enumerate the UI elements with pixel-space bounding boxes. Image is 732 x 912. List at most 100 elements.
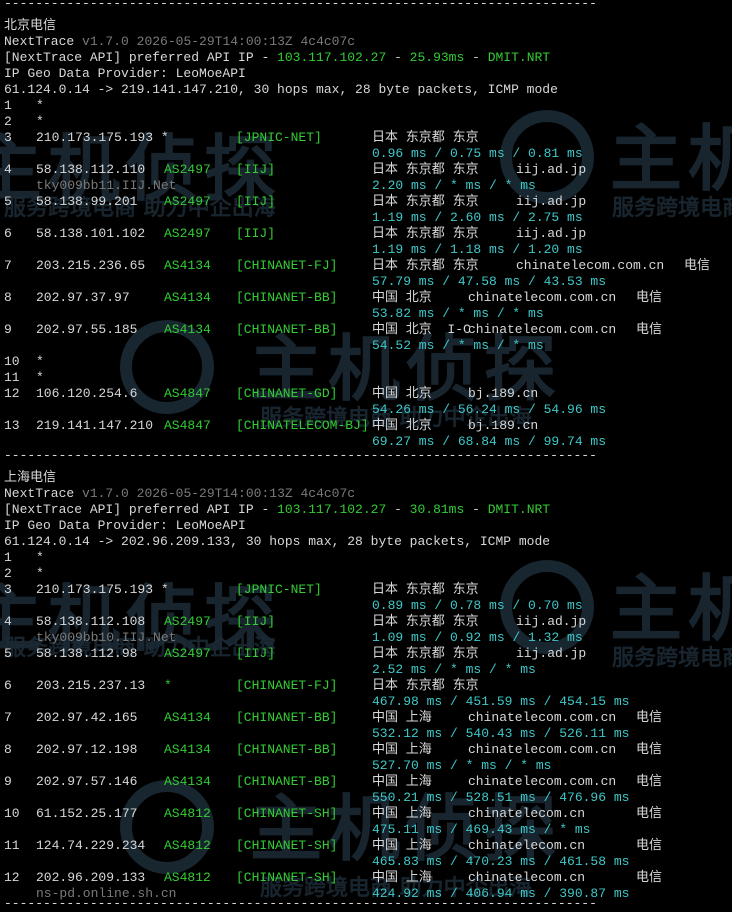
hop-ip: 58.138.99.201 [36,194,138,209]
hop-geo: 日本 东京都 东京 [372,194,479,209]
hop-org: [IIJ] [236,226,276,241]
hop-ip: * [36,370,44,385]
hop-host: chinatelecom.com.cn [468,322,617,337]
route-line: 61.124.0.14 -> 202.96.209.133, 30 hops m… [4,534,550,550]
hop-rtt: 0.96 ms / 0.75 ms / 0.81 ms [372,146,583,161]
hop-row: 10 61.152.25.177 AS4812 [CHINANET-SH] 中国 上海 c… [4,806,724,822]
hop-geo: 日本 东京都 东京 [372,258,479,273]
hop-rtt: 53.82 ms / * ms / * ms [372,306,544,321]
hop-org: [CHINANET-GD] [236,386,338,401]
hop-ip: 210.173.175.193 * [36,582,169,597]
hop-detail-row: 467.98 ms / 451.59 ms / 454.15 ms [4,694,724,710]
section-title: 上海电信 [4,470,56,486]
hop-number: 3 [4,130,12,145]
hop-detail-row: 527.70 ms / * ms / * ms [4,758,724,774]
route-line: 61.124.0.14 -> 219.141.147.210, 30 hops … [4,82,558,98]
api-prefix: [NextTrace API] preferred API IP - [4,502,278,517]
hop-asn: AS4847 [164,418,211,433]
hop-row: 5 58.138.99.201 AS2497 [IIJ] 日本 东京都 东京 iij.ad… [4,194,724,210]
hop-rtt: 0.89 ms / 0.78 ms / 0.70 ms [372,598,583,613]
hop-number: 8 [4,742,12,757]
hop-detail-row: tky009bb10.IIJ.Net 1.09 ms / 0.92 ms / 1.… [4,630,724,646]
hop-host: chinatelecom.com.cn [468,774,617,789]
api-line: [NextTrace API] preferred API IP - 103.1… [4,502,551,517]
hop-rtt: 57.79 ms / 47.58 ms / 43.53 ms [372,274,607,289]
hop-ip: 203.215.237.13 [36,678,146,693]
hop-isp: 电信 [636,710,663,725]
hop-host: chinatelecom.com.cn [468,290,617,305]
hop-asn: AS2497 [164,226,211,241]
hop-number: 11 [4,370,20,385]
hop-ip: 61.152.25.177 [36,806,138,821]
hop-row: 3 210.173.175.193 * [JPNIC-NET] 日本 东京都 东京 [4,582,724,598]
hop-number: 6 [4,678,12,693]
hop-detail-row: 1.19 ms / 2.60 ms / 2.75 ms [4,210,724,226]
hop-geo: 中国 上海 [372,710,432,725]
hop-row: 7 202.97.42.165 AS4134 [CHINANET-BB] 中国 上海 ch… [4,710,724,726]
hop-number: 9 [4,322,12,337]
hop-isp: 电信 [636,290,663,305]
hop-host: iij.ad.jp [516,614,587,629]
hop-ip: 203.215.236.65 [36,258,146,273]
hop-geo: 日本 东京都 东京 [372,582,479,597]
hop-ip: 210.173.175.193 * [36,130,169,145]
hop-geo: 日本 东京都 东京 [372,678,479,693]
hop-org: [CHINATELECOM-BJ] [236,418,369,433]
hop-row: 4 58.138.112.108 AS2497 [IIJ] 日本 东京都 东京 iij.a… [4,614,724,630]
hop-asn: AS4812 [164,870,211,885]
hop-ip: 202.97.12.198 [36,742,138,757]
hop-org: [IIJ] [236,194,276,209]
hop-ip: 124.74.229.234 [36,838,146,853]
tool-version-line: NextTrace v1.7.0 2026-05-29T14:00:13Z 4c… [4,486,355,502]
separator: ----------------------------------------… [4,448,597,463]
hop-org: [CHINANET-BB] [236,710,338,725]
hop-isp: 电信 [636,838,663,853]
hop-ip: 202.97.57.146 [36,774,138,789]
geo-provider: IP Geo Data Provider: LeoMoeAPI [4,66,246,81]
hop-host: chinatelecom.com.cn [468,710,617,725]
hop-geo: 日本 东京都 东京 [372,646,479,661]
api-ip: 103.117.102.27 [277,502,387,517]
separator: ----------------------------------------… [4,0,597,11]
hop-row: 12 202.96.209.133 AS4812 [CHINANET-SH] 中国 上海… [4,870,724,886]
hop-geo: 中国 上海 [372,870,432,885]
hop-geo: 中国 上海 [372,806,432,821]
hop-host: chinatelecom.cn [468,838,586,853]
hop-geo: 日本 东京都 东京 [372,162,479,177]
hop-row: 9 202.97.57.146 AS4134 [CHINANET-BB] 中国 上海 ch… [4,774,724,790]
hop-number: 6 [4,226,12,241]
hop-detail-row: 550.21 ms / 528.51 ms / 476.96 ms [4,790,724,806]
hop-row: 6 203.215.237.13 * [CHINANET-FJ] 日本 东京都 东京 [4,678,724,694]
tool-name: NextTrace [4,486,75,501]
hop-detail-row: 1.19 ms / 1.18 ms / 1.20 ms [4,242,724,258]
api-line: [NextTrace API] preferred API IP - 103.1… [4,50,551,65]
hop-detail-row: 532.12 ms / 540.43 ms / 526.11 ms [4,726,724,742]
separator-line: ----------------------------------------… [4,896,597,912]
hop-asn: AS4847 [164,386,211,401]
hop-number: 10 [4,806,20,821]
hop-geo: 中国 上海 [372,838,432,853]
tool-name: NextTrace [4,34,75,49]
separator: ----------------------------------------… [4,896,597,911]
hop-asn: AS2497 [164,614,211,629]
section-title: 北京电信 [4,18,56,34]
api-node: DMIT.NRT [487,502,551,517]
hop-isp: 电信 [636,806,663,821]
tool-version-line: NextTrace v1.7.0 2026-05-29T14:00:13Z 4c… [4,34,355,50]
section-title-text: 上海电信 [4,470,57,485]
hop-org: [CHINANET-SH] [236,870,338,885]
hop-org: [IIJ] [236,646,276,661]
hop-asn: AS4134 [164,322,211,337]
hop-host: bj.189.cn [468,418,539,433]
hop-rtt: 550.21 ms / 528.51 ms / 476.96 ms [372,790,630,805]
hop-detail-row: 0.96 ms / 0.75 ms / 0.81 ms [4,146,724,162]
hop-host: iij.ad.jp [516,646,587,661]
hop-rtt: 1.09 ms / 0.92 ms / 1.32 ms [372,630,583,645]
separator-line: ----------------------------------------… [4,0,597,12]
hop-host: chinatelecom.com.cn [468,742,617,757]
api-latency: 25.93ms [409,50,465,65]
hop-org: [IIJ] [236,162,276,177]
hop-row: 3 210.173.175.193 * [JPNIC-NET] 日本 东京都 东京 [4,130,724,146]
hop-detail-row: 54.26 ms / 56.24 ms / 54.96 ms [4,402,724,418]
hop-asn: AS4134 [164,710,211,725]
